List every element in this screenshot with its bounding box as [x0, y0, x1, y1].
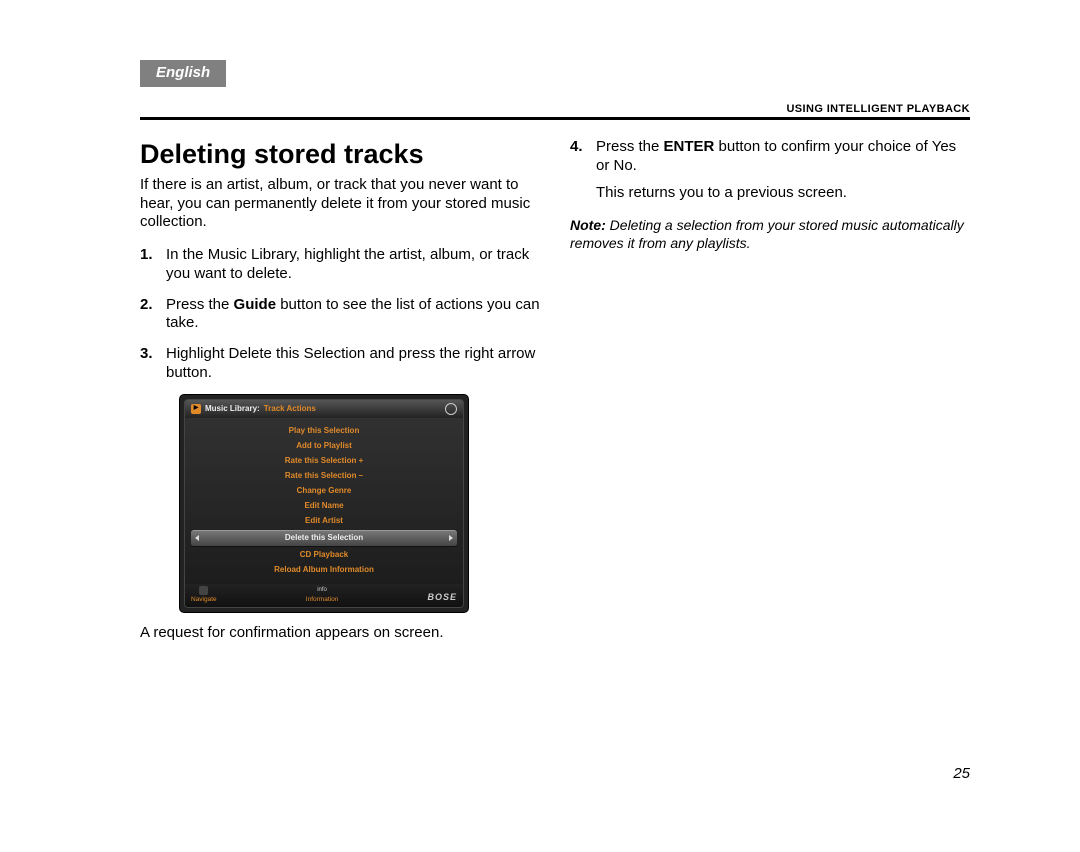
step-item: 2. Press the Guide button to see the list…	[140, 296, 540, 334]
step-text: Highlight Delete this Selection and pres…	[166, 345, 535, 381]
note-paragraph: Note: Deleting a selection from your sto…	[570, 217, 970, 252]
gui-item[interactable]: Play this Selection	[185, 424, 463, 439]
gui-footer-navigate: Navigate	[191, 586, 217, 604]
running-header: USING INTELLIGENT PLAYBACK	[140, 103, 970, 115]
gui-footer-info-top: info	[317, 587, 327, 595]
gui-action-list: Play this SelectionAdd to PlaylistRate t…	[185, 418, 463, 584]
gui-title-main: Music Library:	[205, 404, 260, 414]
play-icon: ▶	[191, 404, 201, 414]
gui-item[interactable]: Edit Artist	[185, 514, 463, 529]
gui-footer-navigate-label: Navigate	[191, 596, 217, 604]
gui-titlebar: ▶ Music Library: Track Actions	[185, 400, 463, 418]
ordered-steps-right: 4. Press the ENTER button to confirm your…	[570, 138, 970, 176]
gui-item[interactable]: Rate this Selection +	[185, 454, 463, 469]
gui-footer: Navigate info Information BOSE	[185, 584, 463, 607]
gui-item[interactable]: Add to Playlist	[185, 439, 463, 454]
gui-title-sub: Track Actions	[264, 404, 316, 414]
header-rule	[140, 117, 970, 120]
page-number: 25	[953, 765, 970, 782]
step-item: 4. Press the ENTER button to confirm your…	[570, 138, 970, 176]
step-number: 2.	[140, 296, 153, 315]
step-text: Press the ENTER button to confirm your c…	[596, 138, 956, 174]
step-item: 3. Highlight Delete this Selection and pr…	[140, 345, 540, 383]
gui-item-selected[interactable]: Delete this Selection	[191, 530, 457, 547]
step-number: 4.	[570, 138, 583, 157]
intro-paragraph: If there is an artist, album, or track t…	[140, 176, 540, 232]
gui-item[interactable]: Rate this Selection –	[185, 469, 463, 484]
dpad-icon	[199, 586, 208, 595]
page-title: Deleting stored tracks	[140, 138, 540, 172]
step-text-bold: Guide	[234, 296, 277, 313]
gui-window: ▶ Music Library: Track Actions Play this…	[184, 399, 464, 608]
manual-page: English USING INTELLIGENT PLAYBACK Delet…	[0, 0, 1080, 852]
note-label: Note:	[570, 217, 606, 233]
embedded-gui-screenshot: ▶ Music Library: Track Actions Play this…	[180, 395, 468, 612]
step-number: 1.	[140, 246, 153, 265]
running-header-text: USING INTELLIGENT PLAYBACK	[786, 103, 970, 115]
step-text: Press the Guide button to see the list o…	[166, 296, 540, 332]
step-item: 1. In the Music Library, highlight the ar…	[140, 246, 540, 284]
gui-item[interactable]: Change Genre	[185, 484, 463, 499]
step-text: In the Music Library, highlight the arti…	[166, 246, 529, 282]
two-column-body: Deleting stored tracks If there is an ar…	[140, 138, 970, 657]
language-tab: English	[140, 60, 226, 87]
disc-icon	[445, 403, 457, 415]
gui-item[interactable]: CD Playback	[185, 548, 463, 563]
left-column: Deleting stored tracks If there is an ar…	[140, 138, 540, 657]
right-column: 4. Press the ENTER button to confirm your…	[570, 138, 970, 657]
after-image-line: A request for confirmation appears on sc…	[140, 624, 540, 643]
gui-footer-info-bottom: Information	[306, 596, 339, 604]
note-body: Deleting a selection from your stored mu…	[570, 217, 964, 251]
gui-item[interactable]: Reload Album Information	[185, 563, 463, 578]
gui-footer-info: info Information	[306, 587, 339, 604]
gui-brand: BOSE	[427, 592, 457, 603]
ordered-steps-left: 1. In the Music Library, highlight the ar…	[140, 246, 540, 383]
step-number: 3.	[140, 345, 153, 364]
gui-item[interactable]: Edit Name	[185, 499, 463, 514]
step-text-bold: ENTER	[664, 138, 715, 155]
right-followup: This returns you to a previous screen.	[570, 184, 970, 203]
